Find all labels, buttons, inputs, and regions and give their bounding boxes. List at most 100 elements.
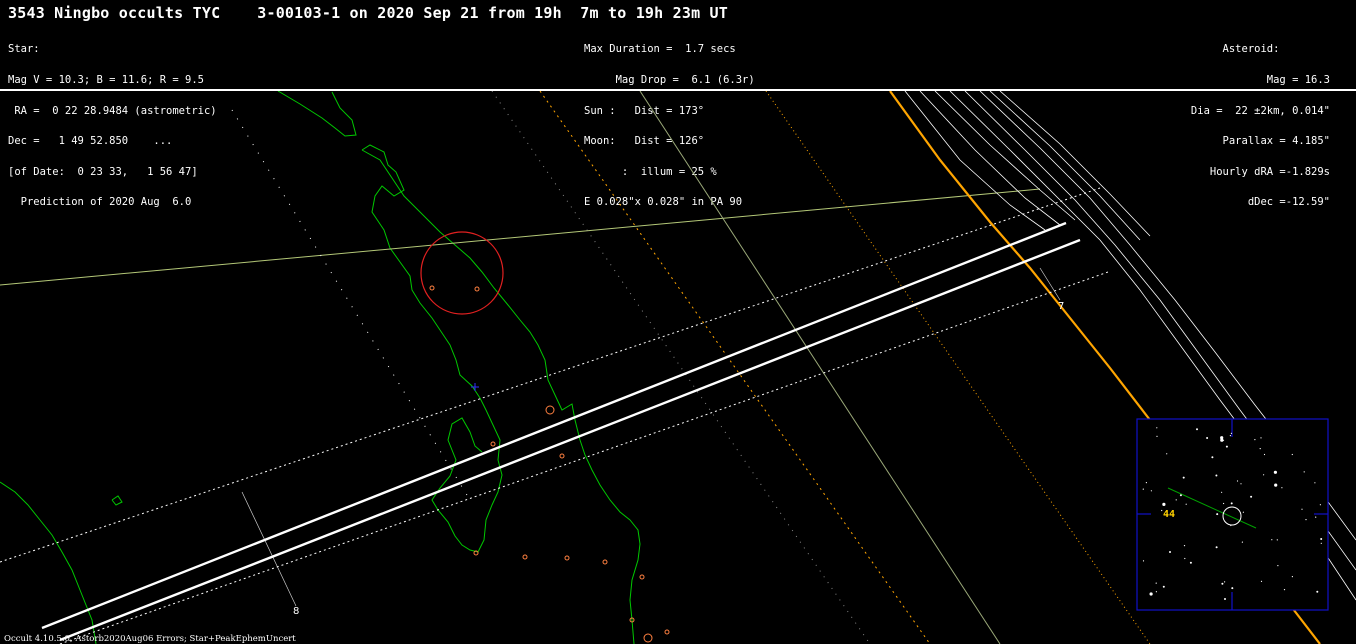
dashed-sun-line [539,91,931,644]
city-marker [545,405,555,415]
page-title: 3543 Ningbo occults TYC 3-00103-1 on 202… [8,4,728,22]
finder-star [1291,576,1293,578]
finder-star [1320,542,1322,544]
finder-star [1305,519,1307,521]
path-error-limit-north [0,187,1101,563]
finder-star [1319,504,1321,506]
finder-star [1277,565,1279,567]
finder-star [1259,448,1261,450]
finder-star [1223,502,1225,505]
time-label-7: 7 [1058,301,1064,312]
path-limit-north [41,221,1067,630]
finder-star [1155,582,1157,584]
finder-star [1229,435,1231,437]
coastline-group [0,91,641,644]
finder-star [1142,488,1144,490]
finder-star [1221,491,1223,493]
finder-star [1155,591,1157,593]
finder-star [1274,483,1278,487]
finder-star [1224,581,1226,583]
finder-star [1271,539,1273,541]
city-marker [490,441,496,447]
finder-star [1166,453,1168,455]
finder-star [1182,476,1185,479]
city-marker [429,285,435,291]
finder-star [1211,456,1214,459]
finder-star [1169,551,1171,553]
limit-lines [0,91,1151,644]
mag-drop: Mag Drop = 6.1 (6.3r) [584,74,755,87]
city-marker [639,574,645,580]
dotted-sun-line [765,91,1151,644]
footer-credits: Occult 4.10.5.0, Astorb2020Aug06 Errors;… [4,634,296,644]
twilight-line [639,91,1001,644]
finder-star [1142,560,1145,562]
finder-star [1221,582,1224,585]
finder-star [1156,435,1158,437]
coastline [361,149,641,644]
finder-star [1196,428,1198,431]
asteroid-mag: Mag = 16.3 [1266,74,1330,87]
coastline [277,91,357,137]
finder-star [1161,509,1163,512]
finder-star [1185,503,1187,505]
finder-star [1276,539,1278,541]
finder-star [1316,590,1319,593]
city-marker [643,633,653,643]
asteroid-heading: Asteroid: [1222,43,1330,56]
finder-star [1303,471,1305,473]
city-marker [664,629,670,635]
finder-star [1216,513,1219,516]
finder-star [1291,453,1293,456]
finder-star [1260,580,1263,583]
finder-star [1236,480,1239,482]
finder-star [1231,587,1234,590]
site-circle[interactable] [420,231,504,315]
star-magnitudes: Mag V = 10.3; B = 11.6; R = 9.5 [8,74,204,87]
finder-star [1145,482,1147,484]
finder-star [1230,524,1232,527]
city-marker [602,559,608,565]
city-marker [564,555,570,561]
city-markers [429,285,670,643]
finder-star [1283,589,1286,591]
path-error-limit-south [59,271,1109,644]
finder-star [1314,482,1316,484]
finder-star [1301,508,1303,510]
finder-star [1250,495,1253,498]
coastline [0,481,97,644]
finder-star [1183,545,1186,547]
finder-star [1230,502,1233,505]
max-duration: Max Duration = 1.7 secs [584,43,736,56]
finder-star [1220,436,1224,440]
coastline [361,144,503,553]
finder-star [1189,561,1192,564]
fan-line [919,91,1061,226]
center-cross [471,383,479,391]
finder-chart[interactable]: 44 [1136,418,1329,611]
city-marker [522,554,528,560]
finder-star [1175,499,1177,501]
moon-line [0,188,1041,286]
finder-star [1224,598,1226,600]
finder-star [1215,474,1218,477]
dotted-time-line [231,109,471,501]
star-heading: Star: [8,43,40,56]
finder-star [1162,502,1166,506]
finder-star [1315,516,1317,518]
finder-star [1263,453,1266,456]
finder-star [1240,483,1242,485]
finder-star [1206,437,1209,439]
finder-star [1281,487,1283,489]
finder-star [1179,494,1182,497]
finder-star [1260,437,1262,439]
finder-star [1320,538,1323,540]
finder-field-label: 44 [1163,509,1175,520]
finder-star [1225,445,1228,448]
finder-star [1273,470,1277,474]
finder-star [1263,474,1265,476]
finder-star [1254,439,1256,441]
shadow-path-group [0,187,1109,644]
finder-star [1184,557,1186,560]
occultation-map[interactable]: 7 8 44 [0,91,1356,644]
